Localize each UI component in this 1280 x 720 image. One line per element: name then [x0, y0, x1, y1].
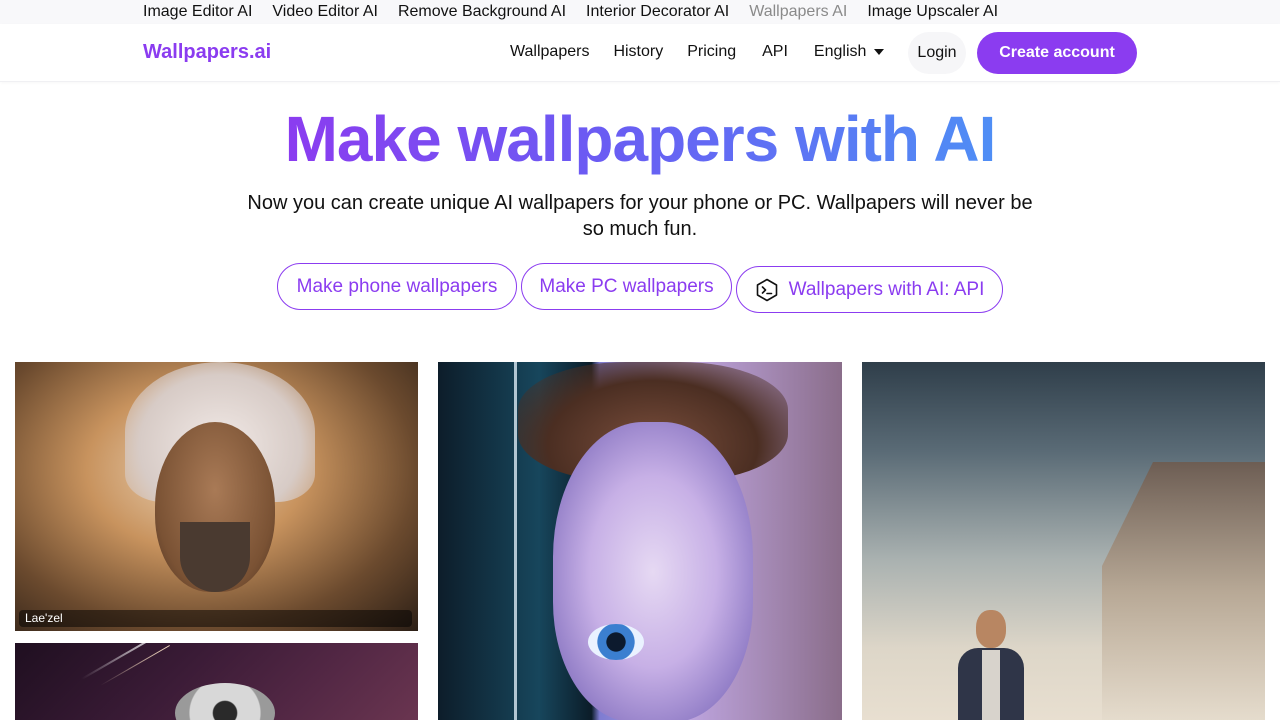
gallery-image-astronaut[interactable] — [15, 643, 418, 720]
make-pc-wallpapers-button[interactable]: Make PC wallpapers — [521, 263, 732, 310]
image-light-streak — [81, 643, 169, 680]
product-link-remove-background[interactable]: Remove Background AI — [398, 3, 566, 21]
image-person-shape — [958, 610, 1028, 720]
nav-link-wallpapers[interactable]: Wallpapers — [510, 43, 589, 61]
image-astronaut-helmet — [175, 683, 275, 720]
wallpapers-api-button[interactable]: Wallpapers with AI: API — [736, 266, 1003, 313]
make-phone-wallpapers-button[interactable]: Make phone wallpapers — [277, 263, 517, 310]
image-light-streak — [100, 645, 170, 686]
main-navbar: Wallpapers.ai Wallpapers History Pricing… — [0, 24, 1280, 82]
image-person-shirt — [982, 650, 1000, 720]
hero-title: Make wallpapers with AI — [0, 102, 1280, 176]
language-label: English — [813, 43, 867, 60]
image-face-shape — [553, 422, 753, 720]
gallery-image-man-building[interactable] — [862, 362, 1265, 720]
image-person-head — [976, 610, 1006, 648]
nav-link-pricing[interactable]: Pricing — [687, 43, 736, 61]
product-switcher-bar: Image Editor AI Video Editor AI Remove B… — [0, 0, 1280, 24]
nav-link-api[interactable]: API — [762, 43, 788, 61]
hero-subtitle: Now you can create unique AI wallpapers … — [247, 192, 1033, 240]
product-link-image-editor[interactable]: Image Editor AI — [143, 3, 252, 21]
product-link-wallpapers[interactable]: Wallpapers AI — [749, 3, 847, 21]
product-links: Image Editor AI Video Editor AI Remove B… — [143, 3, 998, 21]
wallpapers-api-label: Wallpapers with AI: API — [788, 278, 985, 300]
nav-links: Wallpapers History Pricing API English — [510, 43, 885, 61]
create-account-button[interactable]: Create account — [977, 32, 1137, 74]
gallery-image-laezel[interactable]: Lae'zel — [15, 362, 418, 631]
caret-down-icon — [874, 49, 885, 55]
product-link-interior-decorator[interactable]: Interior Decorator AI — [586, 3, 729, 21]
language-dropdown[interactable]: English — [813, 43, 885, 61]
image-eye-shape — [588, 624, 644, 660]
image-caption: Lae'zel — [19, 610, 412, 627]
product-link-video-editor[interactable]: Video Editor AI — [272, 3, 378, 21]
image-building-shape — [1102, 462, 1265, 720]
product-link-image-upscaler[interactable]: Image Upscaler AI — [867, 3, 998, 21]
image-beard-shape — [180, 522, 250, 592]
image-divider-line — [514, 362, 517, 720]
nav-link-history[interactable]: History — [613, 43, 663, 61]
hero-title-text: Make wallpapers with AI — [284, 103, 997, 175]
terminal-hexagon-icon — [756, 278, 777, 301]
gallery-image-split-portrait[interactable] — [438, 362, 842, 720]
brand-logo[interactable]: Wallpapers.ai — [143, 41, 271, 64]
login-button[interactable]: Login — [908, 32, 966, 74]
